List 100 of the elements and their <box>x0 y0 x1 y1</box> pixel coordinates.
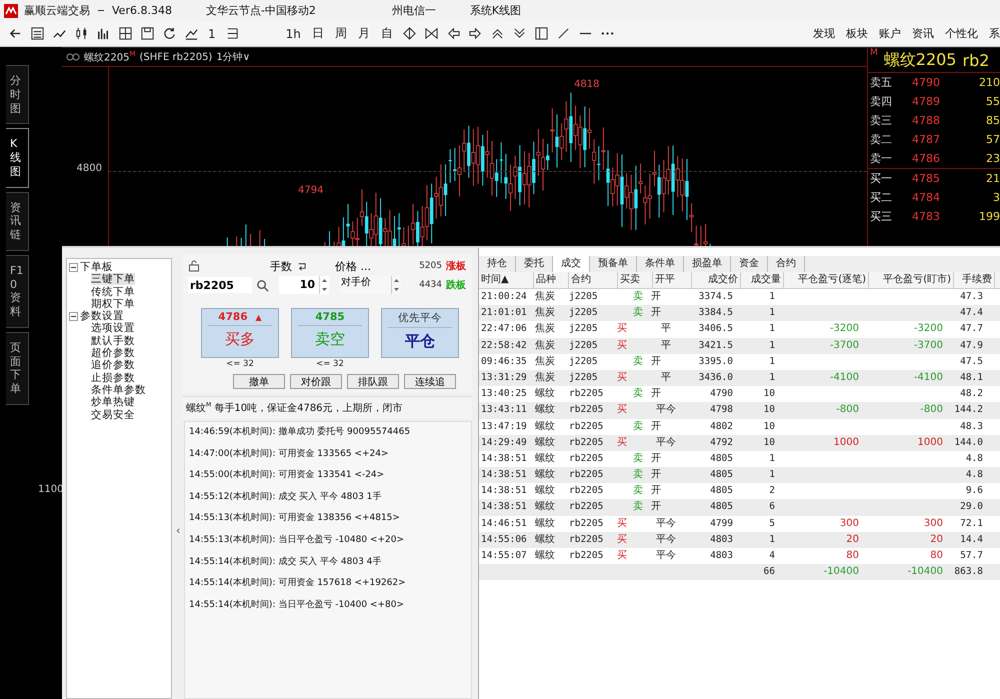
candle-icon[interactable] <box>74 26 89 41</box>
action-button[interactable]: 排队跟 <box>347 374 399 389</box>
period-dropdown[interactable]: 1分钟∨ <box>216 50 250 64</box>
slash-icon[interactable] <box>556 26 571 41</box>
table-cell-text: 卖 <box>632 306 643 320</box>
column-header[interactable]: 时间▲ <box>479 272 534 288</box>
tree-item[interactable]: 期权下单 <box>91 298 135 310</box>
menu-item[interactable]: 资讯 <box>912 26 934 41</box>
tree-toggle-icon[interactable] <box>69 312 78 321</box>
side-tab[interactable]: 页面下单 <box>6 332 29 405</box>
save-icon[interactable] <box>140 26 155 41</box>
period-button[interactable]: 1h <box>284 26 303 40</box>
book-price: 4786 <box>911 152 941 165</box>
menu-item[interactable]: 个性化 <box>945 26 978 41</box>
table-cell-text: 螺纹 <box>534 386 556 402</box>
tree-item[interactable]: 参数设置 <box>80 310 124 322</box>
log-line: 14:46:59(本机时间): 撤单成功 委托号 90095574465 <box>189 425 412 439</box>
table-cell-text: 买 <box>617 322 628 336</box>
bars-icon[interactable] <box>96 26 111 41</box>
tree-item[interactable]: 条件单参数 <box>91 384 146 396</box>
column-header[interactable]: 成交量 <box>741 272 784 288</box>
collapse-button[interactable]: ‹ <box>176 524 184 536</box>
tree-item[interactable]: 交易安全 <box>91 408 135 421</box>
column-header[interactable]: 平仓盈亏(盯市) <box>869 272 954 288</box>
menu-item[interactable]: 系 <box>989 26 1000 41</box>
bowtie-icon[interactable] <box>424 26 439 41</box>
diamond-icon[interactable] <box>402 26 417 41</box>
lock-icon[interactable] <box>188 260 200 272</box>
tree-item[interactable]: 超价参数 <box>91 347 135 360</box>
link-icon <box>66 53 80 61</box>
price-type-spinner[interactable]: 对手价 <box>339 276 401 294</box>
side-tab[interactable]: F10资料 <box>6 254 29 328</box>
column-header[interactable]: 品种 <box>534 272 569 288</box>
period-button[interactable]: 月 <box>356 25 372 42</box>
column-header[interactable]: 平仓盈亏(逐笔) <box>784 272 869 288</box>
menu-item[interactable]: 发现 <box>813 26 835 41</box>
tree-item[interactable]: 三键下单 <box>91 273 135 286</box>
table-cell-text: 47.7 <box>959 322 984 336</box>
side-tab[interactable]: 分时图 <box>6 65 29 124</box>
tree-item[interactable]: 下单板 <box>80 261 113 274</box>
book-code: rb2 <box>962 50 990 70</box>
total-cell-text: 66 <box>762 565 776 580</box>
menu-item[interactable]: 账户 <box>879 26 901 41</box>
action-button[interactable]: 撤单 <box>233 374 285 389</box>
table-cell-text: 焦炭 <box>534 306 556 320</box>
period-button[interactable]: 日 <box>310 25 326 42</box>
book-volume: 199 <box>978 210 1000 223</box>
contract-field[interactable]: rb2205 <box>188 277 252 293</box>
tree-item[interactable]: 传统下单 <box>91 286 135 298</box>
table-cell-text: 14:55:07 <box>480 549 528 563</box>
table-cell-text: 13:40:25 <box>480 387 528 402</box>
list-icon[interactable] <box>30 26 45 41</box>
order-button[interactable]: 优先平今 平仓 <box>381 308 459 358</box>
table-cell-text: j2205 <box>568 370 599 385</box>
search-icon[interactable] <box>256 278 269 292</box>
table-cell: 300 <box>924 518 943 529</box>
panel-icon[interactable] <box>534 26 549 41</box>
chart-code: (SHFE rb2205) <box>140 52 212 62</box>
period-button[interactable]: 周 <box>332 25 349 42</box>
side-tab[interactable]: 资讯链 <box>6 192 29 251</box>
tree-item[interactable]: 止损参数 <box>91 372 135 384</box>
left-icon[interactable] <box>446 26 461 41</box>
quantity-spinner[interactable]: 10 <box>279 276 329 294</box>
tree-toggle-icon[interactable] <box>69 262 78 272</box>
book-price: 4790 <box>911 76 941 89</box>
action-button[interactable]: 对价跟 <box>290 374 342 389</box>
column-header[interactable]: 合约 <box>569 272 618 288</box>
table-cell-text: 3395.0 <box>698 354 734 369</box>
tree-item[interactable]: 选项设置 <box>91 322 135 334</box>
right-icon[interactable] <box>468 26 483 41</box>
table-cell-text: 平 <box>660 338 672 353</box>
tree-item[interactable]: 追价参数 <box>91 359 135 372</box>
table-cell-text: 1 <box>768 452 776 466</box>
grid-icon[interactable] <box>118 26 133 41</box>
log-line: 14:55:00(本机时间): 可用资金 133541 <-24> <box>189 468 386 482</box>
menu-item[interactable]: 板块 <box>846 26 868 41</box>
total-cell: -10400 <box>908 566 943 578</box>
action-button[interactable]: 连续追 <box>404 374 456 389</box>
table-cell: 80 <box>846 550 859 561</box>
period-button[interactable]: 自 <box>378 25 395 42</box>
table-cell-text: 焦炭 <box>534 322 556 336</box>
refresh-icon[interactable] <box>162 26 177 41</box>
table-cell-text: 1 <box>768 354 776 369</box>
table-cell-text: 4798 <box>709 403 734 418</box>
table-cell-text: 47.5 <box>959 354 984 369</box>
column-header[interactable]: 买卖 <box>618 272 653 288</box>
side-tab[interactable]: K线图 <box>6 128 29 188</box>
table-cell-text: 4803 <box>709 549 734 563</box>
column-header[interactable]: 成交价 <box>692 272 741 288</box>
tree-item[interactable]: 默认手数 <box>91 334 135 347</box>
tree-item[interactable]: 炒单热键 <box>91 396 135 408</box>
column-header[interactable]: 开平 <box>653 272 692 288</box>
table-cell-text: 买 <box>617 338 628 353</box>
column-header[interactable]: 手续费 <box>954 272 995 288</box>
app-version: Ver6.8.348 <box>112 4 172 17</box>
tab[interactable]: 成交 <box>553 256 590 272</box>
reset-icon[interactable] <box>296 260 307 272</box>
table-cell-text: 螺纹 <box>534 548 556 563</box>
period-button[interactable]: 1 <box>206 26 218 40</box>
table-cell-text: 卖 <box>632 452 643 466</box>
